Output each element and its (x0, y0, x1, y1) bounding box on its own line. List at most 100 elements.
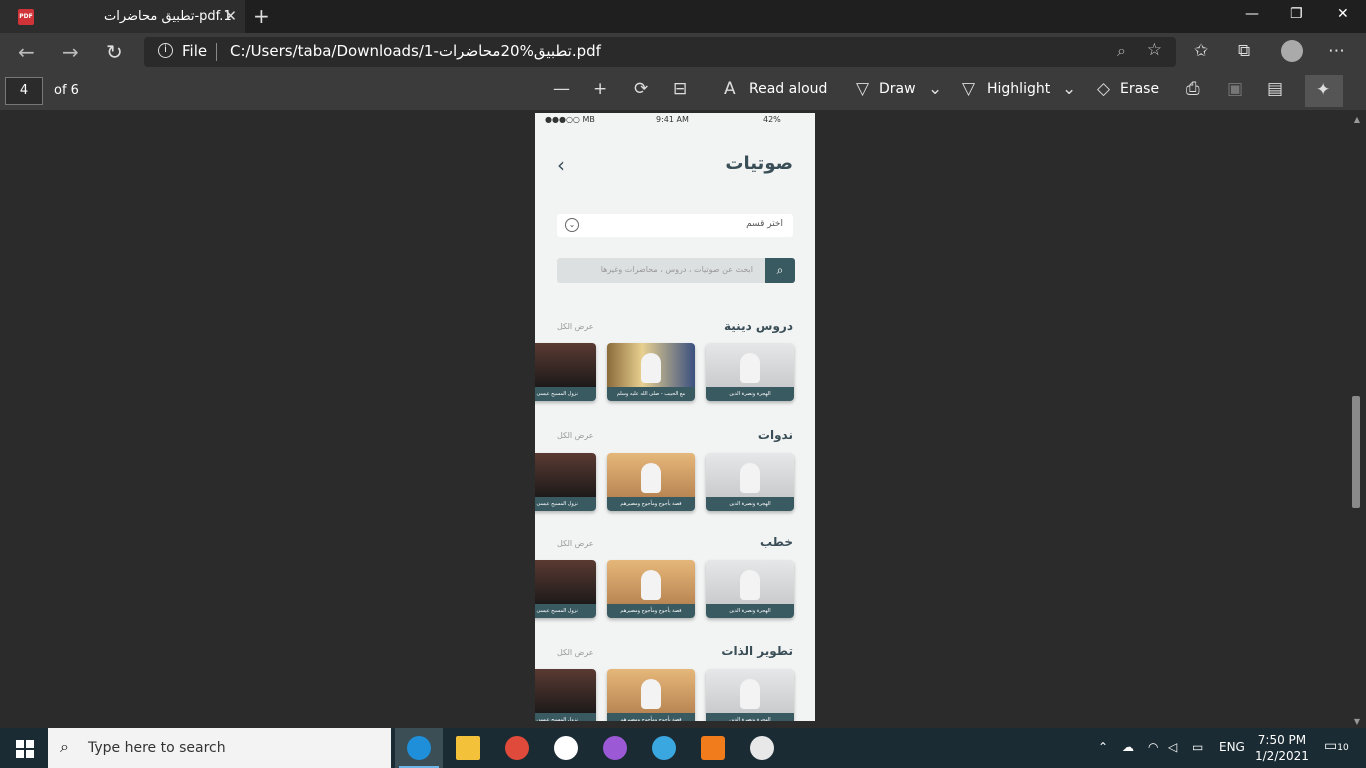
audio-card: مع الحبيب - صلى الله عليه وسلم (607, 343, 695, 401)
print-icon[interactable]: ⎙ (1186, 79, 1200, 99)
close-window-button[interactable]: ✕ (1337, 6, 1349, 22)
url-separator (216, 43, 217, 61)
card-caption: الهجرة ونصرة الدين (706, 713, 794, 721)
tray-chevron-icon[interactable]: ⌃ (1098, 740, 1108, 754)
battery-status: 42% (763, 115, 781, 124)
chrome-icon[interactable] (505, 736, 529, 760)
wifi-icon[interactable]: ◠ (1148, 740, 1158, 754)
read-aloud-icon[interactable]: A (724, 79, 736, 99)
app-icon[interactable] (652, 736, 676, 760)
card-caption: الهجرة ونصرة الدين (706, 604, 794, 618)
highlight-button[interactable]: Highlight (987, 81, 1050, 97)
notification-icon[interactable]: ▭10 (1324, 738, 1349, 754)
category-select-label: اختر قسم (746, 219, 783, 229)
audio-card: الهجرة ونصرة الدين (706, 669, 794, 721)
back-chevron-icon: ‹ (557, 153, 565, 177)
audio-card: نزول المسيح عيسى عليه (535, 669, 596, 721)
app-icon[interactable] (750, 736, 774, 760)
close-tab-icon[interactable]: ✕ (224, 7, 237, 25)
minimize-button[interactable]: — (1245, 6, 1259, 22)
read-aloud-button[interactable]: Read aloud (749, 81, 827, 97)
audio-card: الهجرة ونصرة الدين (706, 560, 794, 618)
scroll-up-arrow[interactable]: ▲ (1354, 115, 1360, 124)
audio-card: قصة يأجوج ومأجوج ومصيرهم (607, 669, 695, 721)
rotate-icon[interactable]: ⟳ (634, 79, 648, 99)
card-caption: نزول المسيح عيسى عليه (535, 497, 596, 511)
more-menu-icon[interactable]: ⋯ (1328, 41, 1345, 61)
audio-card: الهجرة ونصرة الدين (706, 453, 794, 511)
xampp-icon[interactable] (701, 736, 725, 760)
favorites-icon[interactable]: ✩ (1194, 41, 1208, 61)
zoom-out-icon[interactable]: — (553, 79, 570, 99)
language-indicator[interactable]: ENG (1219, 740, 1245, 754)
refresh-button[interactable]: ↻ (106, 40, 123, 64)
show-all-link: عرض الكل (557, 648, 594, 657)
collections-icon[interactable]: ⧉ (1238, 41, 1250, 61)
notification-count: 10 (1337, 743, 1349, 753)
page-number-input[interactable]: 4 (5, 77, 43, 105)
audio-card: قصة يأجوج ومأجوج ومصيرهم (607, 560, 695, 618)
search-icon: ⌕ (60, 737, 69, 756)
url-text[interactable]: C:/Users/taba/Downloads/1-تطبيق%20محاضرا… (230, 42, 601, 60)
taskbar-search-box[interactable]: ⌕ Type here to search (48, 728, 391, 768)
new-tab-button[interactable]: + (253, 4, 270, 28)
taskbar: ⌕ Type here to search ⌃ ☁ ◠ ◁ ▭ ENG 7:50… (0, 728, 1366, 768)
screen-title: صوتيات (725, 153, 793, 174)
highlight-icon[interactable]: ▽ (962, 79, 975, 99)
search-field: ابحث عن صوتيات ، دروس ، محاضرات وغيرها ⌕ (557, 258, 795, 283)
section-title: تطوير الذات (721, 644, 793, 658)
pdf-page: ●●●○○ MB 9:41 AM 42% ‹ صوتيات اختر قسم ⌄… (535, 113, 815, 721)
draw-icon[interactable]: ▽ (856, 79, 869, 99)
volume-icon[interactable]: ◁ (1168, 740, 1177, 754)
section-title: دروس دينية (724, 319, 793, 333)
search-placeholder: ابحث عن صوتيات ، دروس ، محاضرات وغيرها (600, 265, 753, 274)
favorite-star-icon[interactable]: ☆ (1147, 40, 1162, 60)
browser-tab[interactable]: PDF تطبيق محاضرات-pdf.1 ✕ (0, 0, 245, 33)
erase-icon[interactable]: ◇ (1097, 79, 1110, 99)
windows-start-icon[interactable] (16, 740, 34, 758)
show-all-link: عرض الكل (557, 431, 594, 440)
save-icon[interactable]: ▣ (1227, 79, 1243, 99)
audio-card: الهجرة ونصرة الدين (706, 343, 794, 401)
zoom-icon[interactable]: ⌕ (1117, 41, 1126, 61)
card-caption: الهجرة ونصرة الدين (706, 497, 794, 511)
edge-icon[interactable] (407, 736, 431, 760)
card-caption: مع الحبيب - صلى الله عليه وسلم (607, 387, 695, 401)
profile-avatar[interactable] (1281, 40, 1303, 62)
back-button[interactable]: ← (18, 40, 35, 64)
draw-options-chevron-icon[interactable]: ⌄ (928, 79, 942, 99)
zoom-in-icon[interactable]: + (593, 79, 607, 99)
pdf-file-icon: PDF (18, 8, 34, 25)
pdf-viewer[interactable]: ▲ ▼ ●●●○○ MB 9:41 AM 42% ‹ صوتيات اختر ق… (0, 111, 1366, 728)
url-field[interactable]: i File C:/Users/taba/Downloads/1-تطبيق%2… (144, 37, 1176, 67)
pin-icon: ✦ (1316, 80, 1331, 100)
clock-date: 1/2/2021 (1255, 749, 1309, 763)
restore-button[interactable]: ❐ (1290, 6, 1303, 22)
signal-status: ●●●○○ MB (545, 115, 595, 124)
battery-icon[interactable]: ▭ (1192, 740, 1203, 754)
highlight-options-chevron-icon[interactable]: ⌄ (1062, 79, 1076, 99)
onedrive-icon[interactable]: ☁ (1122, 740, 1134, 754)
show-all-link: عرض الكل (557, 322, 594, 331)
card-caption: قصة يأجوج ومأجوج ومصيرهم (607, 713, 695, 721)
card-caption: الهجرة ونصرة الدين (706, 387, 794, 401)
fit-page-icon[interactable]: ⊟ (673, 79, 687, 99)
draw-button[interactable]: Draw (879, 81, 916, 97)
taskbar-clock[interactable]: 7:50 PM 1/2/2021 (1255, 732, 1309, 764)
file-explorer-icon[interactable] (456, 736, 480, 760)
erase-button[interactable]: Erase (1120, 81, 1159, 97)
app-icon[interactable] (603, 736, 627, 760)
url-scheme: File (182, 42, 208, 60)
section-title: ندوات (757, 428, 793, 442)
category-select: اختر قسم ⌄ (557, 214, 793, 237)
forward-button[interactable]: → (62, 40, 79, 64)
audio-card: نزول المسيح عيسى عليه (535, 560, 596, 618)
pin-toolbar-button[interactable]: ✦ (1305, 75, 1343, 107)
scrollbar-thumb[interactable] (1352, 396, 1360, 508)
site-info-icon[interactable]: i (158, 43, 173, 58)
save-as-icon[interactable]: ▤ (1267, 79, 1283, 99)
scroll-down-arrow[interactable]: ▼ (1354, 717, 1360, 726)
page-total: of 6 (54, 83, 79, 98)
title-bar: PDF تطبيق محاضرات-pdf.1 ✕ + — ❐ ✕ (0, 0, 1366, 33)
app-icon[interactable] (554, 736, 578, 760)
